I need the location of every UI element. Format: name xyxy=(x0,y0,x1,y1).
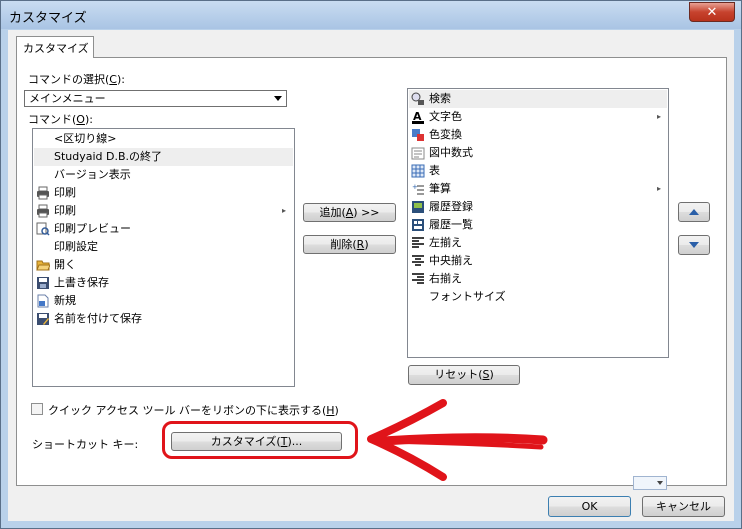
align-right-icon xyxy=(411,272,425,286)
list-item[interactable]: 印刷 ▸ xyxy=(34,202,293,220)
ok-button[interactable]: OK xyxy=(548,496,631,517)
list-item[interactable]: + 筆算 ▸ xyxy=(409,180,667,198)
new-document-icon xyxy=(36,294,50,308)
remove-button[interactable]: 削除(R) xyxy=(303,235,396,254)
list-item[interactable]: 色変換 xyxy=(409,126,667,144)
list-item[interactable]: 左揃え xyxy=(409,234,667,252)
list-item[interactable]: 開く xyxy=(34,256,293,274)
list-item-label: 図中数式 xyxy=(429,146,473,159)
list-item[interactable]: 新規 xyxy=(34,292,293,310)
list-item[interactable]: 上書き保存 xyxy=(34,274,293,292)
list-item[interactable]: 検索 xyxy=(409,90,667,108)
move-up-button[interactable] xyxy=(678,202,710,222)
list-item-label: 文字色 xyxy=(429,110,462,123)
list-item-label: 印刷設定 xyxy=(54,240,98,253)
history-register-icon xyxy=(411,200,425,214)
arrow-up-icon xyxy=(689,209,699,215)
list-item-label: 色変換 xyxy=(429,128,462,141)
window-title: カスタマイズ xyxy=(9,11,87,26)
align-left-icon xyxy=(411,236,425,250)
shortcut-key-label: ショートカット キー: xyxy=(32,438,139,451)
list-item[interactable]: フォントサイズ xyxy=(409,288,667,490)
close-icon: ✕ xyxy=(706,4,718,20)
list-item-label: 筆算 xyxy=(429,182,451,195)
list-item[interactable]: Studyaid D.B.の終了 xyxy=(34,148,293,166)
list-item-label: <区切り線> xyxy=(54,132,117,145)
list-item[interactable]: 履歴一覧 xyxy=(409,216,667,234)
list-item-label: 右揃え xyxy=(429,272,462,285)
command-select-dropdown[interactable]: メインメニュー xyxy=(24,90,287,107)
chevron-down-icon xyxy=(274,96,282,101)
commands-label: コマンド(O): xyxy=(28,113,93,126)
commands-listbox[interactable]: <区切り線> Studyaid D.B.の終了 バージョン表示 印刷 印刷 ▸ 印刷プレビュ… xyxy=(32,128,295,387)
close-button[interactable]: ✕ xyxy=(689,2,735,22)
arrow-down-icon xyxy=(689,242,699,248)
add-button[interactable]: 追加(A) >> xyxy=(303,203,396,222)
tab-customize[interactable]: カスタマイズ xyxy=(16,36,94,58)
list-item[interactable]: 名前を付けて保存 xyxy=(34,310,293,328)
move-down-button[interactable] xyxy=(678,235,710,255)
list-item-label: 開く xyxy=(54,258,76,271)
list-item[interactable]: 履歴登録 xyxy=(409,198,667,216)
list-item-label: バージョン表示 xyxy=(54,168,131,181)
command-select-value: メインメニュー xyxy=(29,92,106,105)
save-as-icon xyxy=(36,312,50,326)
formula-icon xyxy=(411,146,425,160)
customize-dialog: カスタマイズ ✕ カスタマイズ コマンドの選択(C): メインメニュー コマンド… xyxy=(0,0,742,529)
printer-icon xyxy=(36,204,50,218)
font-size-dropdown[interactable] xyxy=(633,476,667,490)
calculation-icon: + xyxy=(411,182,425,196)
folder-open-icon xyxy=(36,258,51,272)
align-center-icon xyxy=(411,254,425,268)
list-item-label: 履歴一覧 xyxy=(429,218,473,231)
list-item[interactable]: 印刷設定 xyxy=(34,238,293,256)
list-item[interactable]: 中央揃え xyxy=(409,252,667,270)
command-select-label: コマンドの選択(C): xyxy=(28,73,125,86)
quick-access-checkbox-label[interactable]: クイック アクセス ツール バーをリボンの下に表示する(H) xyxy=(48,402,339,418)
list-item-label: 履歴登録 xyxy=(429,200,473,213)
list-item-label: Studyaid D.B.の終了 xyxy=(54,150,163,163)
list-item-label: 名前を付けて保存 xyxy=(54,312,142,325)
list-item-label: 印刷 xyxy=(54,186,76,199)
table-icon xyxy=(411,164,425,178)
submenu-arrow-icon: ▸ xyxy=(282,206,287,215)
color-convert-icon xyxy=(411,128,425,142)
list-item[interactable]: 図中数式 xyxy=(409,144,667,162)
reset-button[interactable]: リセット(S) xyxy=(408,365,520,385)
chevron-down-icon xyxy=(657,481,663,485)
list-item-label: 検索 xyxy=(429,92,451,105)
font-color-icon: A xyxy=(411,110,425,124)
list-item-label: 新規 xyxy=(54,294,76,307)
print-preview-icon xyxy=(36,222,50,236)
list-item-label: 中央揃え xyxy=(429,254,473,267)
list-item[interactable]: 印刷 xyxy=(34,184,293,202)
list-item-label: 印刷プレビュー xyxy=(54,222,131,235)
list-item-label: フォントサイズ xyxy=(429,290,506,303)
save-icon xyxy=(36,276,50,290)
list-item-label: 印刷 xyxy=(54,204,76,217)
list-item[interactable]: <区切り線> xyxy=(34,130,293,148)
list-item[interactable]: A 文字色 ▸ xyxy=(409,108,667,126)
dialog-client: カスタマイズ コマンドの選択(C): メインメニュー コマンド(O): <区切り… xyxy=(8,30,734,521)
list-item[interactable]: 右揃え xyxy=(409,270,667,288)
red-arrow-annotation xyxy=(367,399,548,481)
history-list-icon xyxy=(411,218,425,232)
cancel-button[interactable]: キャンセル xyxy=(642,496,725,517)
list-item-label: 上書き保存 xyxy=(54,276,109,289)
search-icon xyxy=(411,92,425,106)
title-bar[interactable]: カスタマイズ ✕ xyxy=(1,1,741,29)
list-item-label: 左揃え xyxy=(429,236,462,249)
list-item[interactable]: 印刷プレビュー xyxy=(34,220,293,238)
printer-icon xyxy=(36,186,50,200)
submenu-arrow-icon: ▸ xyxy=(657,184,662,193)
submenu-arrow-icon: ▸ xyxy=(657,112,662,121)
list-item-label: 表 xyxy=(429,164,440,177)
highlight-annotation xyxy=(162,421,358,459)
list-item[interactable]: 表 xyxy=(409,162,667,180)
toolbar-listbox[interactable]: 検索 A 文字色 ▸ 色変換図中数式表 + 筆算 ▸ 履歴登録履歴一覧左揃え中央揃え右揃えフォン… xyxy=(407,88,669,490)
list-item[interactable]: バージョン表示 xyxy=(34,166,293,184)
tab-label: カスタマイズ xyxy=(23,42,89,55)
quick-access-below-ribbon-checkbox[interactable] xyxy=(31,403,43,415)
